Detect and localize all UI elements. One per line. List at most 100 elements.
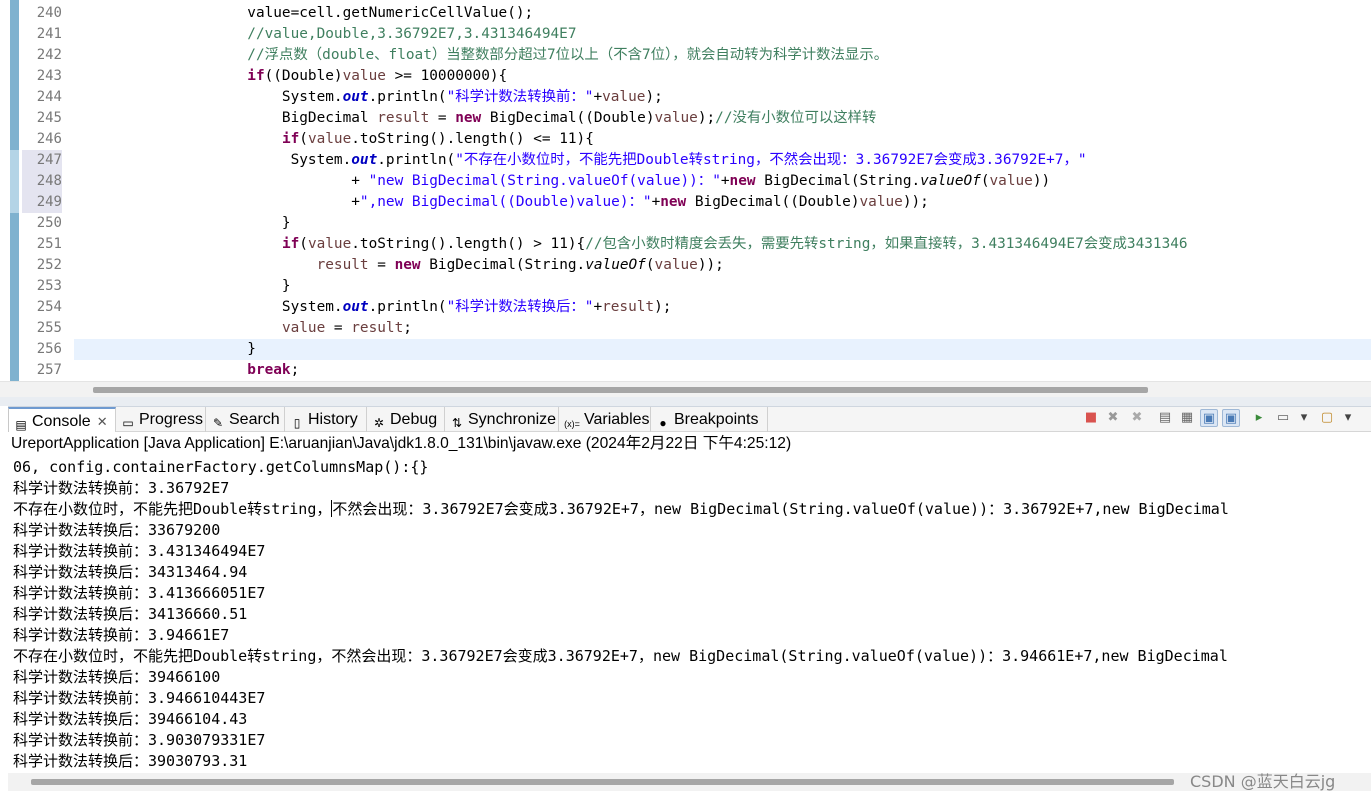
code-token: (: [980, 173, 990, 189]
code-token: >= 10000000){: [385, 68, 508, 84]
code-token: result: [602, 299, 655, 315]
tab-variables[interactable]: (x)= Variables: [559, 407, 651, 432]
open-console-dropdown-icon[interactable]: ▾: [1342, 409, 1354, 427]
show-console-on-output-icon[interactable]: ▣: [1222, 409, 1240, 427]
line-number: 241: [36, 26, 62, 42]
code-line[interactable]: result = new BigDecimal(String.valueOf(v…: [74, 255, 1371, 276]
editor-scrollbar-thumb[interactable]: [93, 387, 1148, 393]
code-line[interactable]: //浮点数（double、float）当整数部分超过7位以上（不含7位），就会自…: [74, 45, 1371, 66]
tab-label: Progress: [139, 411, 204, 428]
console-line-text: 科学计数法转换后：39030793.31: [13, 752, 248, 770]
code-token: ));: [902, 194, 929, 210]
code-token: BigDecimal((Double): [686, 194, 860, 210]
code-token: //包含小数时精度会丢失，需要先转string，如果直接转，3.43134649…: [585, 236, 1188, 252]
code-token: .println(: [368, 89, 447, 105]
code-token: }: [74, 215, 291, 231]
code-token: value: [307, 236, 352, 252]
code-token: +: [651, 194, 661, 210]
code-token: );: [645, 89, 663, 105]
console-line-text: 科学计数法转换后：39466104.43: [13, 710, 248, 728]
code-editor[interactable]: 240 241 242 243 244 245 246 247 248 249 250 251 252 2…: [0, 0, 1371, 381]
code-token: }: [74, 341, 256, 357]
code-token: value: [307, 131, 352, 147]
code-line[interactable]: + "new BigDecimal(String.valueOf(value))…: [74, 171, 1371, 192]
console-line-text: 不存在小数位时，不能先把Double转string，不然会出现：3.36792E…: [13, 647, 1228, 665]
console-line: 科学计数法转换后：33679200: [13, 520, 220, 541]
code-token: //没有小数位可以这样转: [715, 110, 877, 126]
code-token: ",new BigDecimal((Double)value)：": [359, 194, 652, 210]
line-number: 255: [36, 320, 62, 336]
code-token: value: [281, 320, 326, 336]
tab-progress[interactable]: ▭ Progress: [116, 407, 206, 432]
word-wrap-icon[interactable]: ▣: [1200, 409, 1218, 427]
code-line[interactable]: System.out.println("不存在小数位时，不能先把Double转s…: [74, 150, 1371, 171]
console-scrollbar-thumb[interactable]: [31, 779, 1174, 785]
close-icon[interactable]: ✕: [97, 414, 108, 429]
code-token: BigDecimal(String.: [420, 257, 586, 273]
console-output[interactable]: 06, config.containerFactory.getColumnsMa…: [8, 455, 1371, 773]
line-number: 247: [22, 150, 62, 171]
remove-launch-icon[interactable]: ✖: [1104, 409, 1122, 427]
console-line-text: 科学计数法转换前：3.431346494E7: [13, 542, 266, 560]
tab-synchronize[interactable]: ⇅ Synchronize: [445, 407, 559, 432]
code-token: "科学计数法转换后：": [446, 299, 594, 315]
display-selected-console-icon[interactable]: ▭: [1274, 409, 1292, 427]
console-line: 科学计数法转换前：3.36792E7: [13, 478, 229, 499]
history-icon: ▯: [293, 416, 301, 430]
code-token: +: [74, 194, 360, 210]
code-line[interactable]: }: [74, 339, 1371, 360]
tab-debug[interactable]: ✲ Debug: [367, 407, 445, 432]
code-line[interactable]: if(value.toString().length() <= 11){: [74, 129, 1371, 150]
tab-search[interactable]: ✎ Search: [206, 407, 285, 432]
code-token: "科学计数法转换前：": [446, 89, 594, 105]
console-horizontal-scrollbar[interactable]: [8, 773, 1371, 791]
display-selected-console-dropdown-icon[interactable]: ▾: [1298, 409, 1310, 427]
code-line[interactable]: }: [74, 276, 1371, 297]
breakpoints-icon: ●: [659, 416, 667, 430]
console-line-text: 科学计数法转换后：34136660.51: [13, 605, 248, 623]
console-line-text: 科学计数法转换后：33679200: [13, 521, 221, 539]
console-line: 科学计数法转换前：3.94661E7: [13, 625, 229, 646]
pin-console-icon[interactable]: ▸: [1250, 409, 1268, 427]
watermark: CSDN @蓝天白云jg: [1190, 772, 1336, 791]
console-launch-header: UreportApplication [Java Application] E:…: [8, 432, 1371, 455]
editor-horizontal-scrollbar[interactable]: [0, 381, 1371, 397]
progress-icon: ▭: [122, 416, 134, 430]
code-line[interactable]: }: [74, 213, 1371, 234]
scroll-lock-icon[interactable]: ▦: [1178, 409, 1196, 427]
code-token: .println(: [368, 299, 447, 315]
code-area[interactable]: value=cell.getNumericCellValue(); //valu…: [74, 0, 1371, 381]
code-line[interactable]: if((Double)value >= 10000000){: [74, 66, 1371, 87]
code-token: out: [342, 299, 369, 315]
tab-label: Debug: [390, 411, 438, 428]
code-line[interactable]: System.out.println("科学计数法转换前："+value);: [74, 87, 1371, 108]
open-console-icon[interactable]: ▢: [1318, 409, 1336, 427]
terminate-icon[interactable]: ■: [1082, 409, 1100, 427]
tab-breakpoints[interactable]: ● Breakpoints: [651, 407, 768, 432]
panel-separator: [0, 397, 1371, 406]
console-view-tabbar: ■ ✖ ✖ ▤ ▦ ▣ ▣ ▸ ▭ ▾ ▢ ▾ ▤ Console ✕ ▭ Progress ✎ Search ▯ H…: [8, 406, 1371, 432]
code-token: );: [697, 110, 716, 126]
code-token: break: [247, 362, 291, 378]
line-number: 252: [36, 257, 62, 273]
code-token: +: [720, 173, 730, 189]
code-line[interactable]: value = result;: [74, 318, 1371, 339]
remove-all-terminated-icon[interactable]: ✖: [1128, 409, 1146, 427]
code-line[interactable]: +",new BigDecimal((Double)value)："+new B…: [74, 192, 1371, 213]
code-line[interactable]: value=cell.getNumericCellValue();: [74, 3, 1371, 24]
code-token: value=cell.getNumericCellValue();: [74, 5, 534, 21]
code-line[interactable]: break;: [74, 360, 1371, 381]
line-number: 242: [36, 47, 62, 63]
code-line[interactable]: if(value.toString().length() > 11){//包含小…: [74, 234, 1371, 255]
line-number: 240: [36, 5, 62, 21]
tab-console[interactable]: ▤ Console ✕: [8, 407, 116, 432]
code-line[interactable]: //value,Double,3.36792E7,3.431346494E7: [74, 24, 1371, 45]
tab-history[interactable]: ▯ History: [285, 407, 367, 432]
code-token: //value,Double,3.36792E7,3.431346494E7: [74, 26, 577, 42]
code-token: if: [281, 236, 300, 252]
code-line[interactable]: System.out.println("科学计数法转换后："+result);: [74, 297, 1371, 318]
clear-console-icon[interactable]: ▤: [1156, 409, 1174, 427]
code-line[interactable]: BigDecimal result = new BigDecimal((Doub…: [74, 108, 1371, 129]
